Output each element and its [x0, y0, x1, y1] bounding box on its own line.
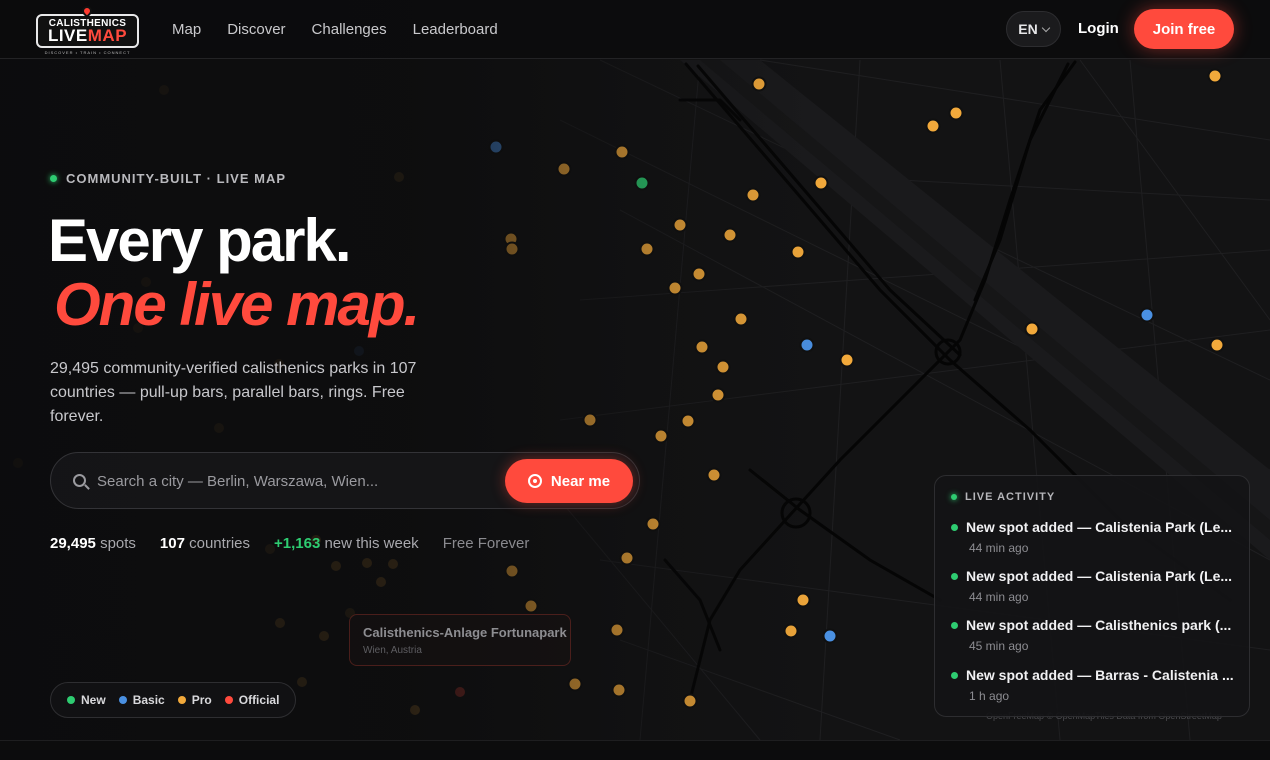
- stat-spots: 29,495 spots: [50, 535, 136, 552]
- legend-label-pro: Pro: [191, 693, 212, 707]
- stat-spots-value: 29,495: [50, 535, 96, 552]
- legend-label-official: Official: [238, 693, 280, 707]
- hero-description: 29,495 community-verified calisthenics p…: [50, 360, 417, 425]
- activity-text: New spot added — Calisthenics park (...: [966, 617, 1232, 633]
- near-me-label: Near me: [550, 472, 611, 490]
- legend-label-new: New: [81, 693, 106, 707]
- activity-dot: [951, 523, 958, 531]
- stat-countries: 107 countries: [160, 535, 250, 552]
- nav-link-discover[interactable]: Discover: [227, 21, 285, 38]
- legend-swatch-basic: [118, 696, 127, 704]
- legend-item-pro[interactable]: Pro: [177, 693, 212, 707]
- activity-text: New spot added — Calistenia Park (Le...: [966, 568, 1233, 584]
- stat-free: Free Forever: [442, 535, 530, 552]
- city-search-input[interactable]: [97, 466, 497, 496]
- brand-logo[interactable]: CALISTHENICS LIVEMAP DISCOVER • TRAIN • …: [36, 3, 139, 55]
- stat-countries-label: countries: [189, 535, 250, 552]
- logo-word-live: LIVE: [47, 26, 88, 45]
- logo-tagline: DISCOVER • TRAIN • CONNECT: [44, 50, 131, 55]
- hero-stats: 29,495 spots 107 countries +1,163 new th…: [50, 535, 529, 552]
- city-search-bar: Near me: [50, 452, 640, 509]
- live-indicator-dot: [951, 494, 957, 500]
- chevron-down-icon: [1041, 23, 1050, 32]
- login-link[interactable]: Login: [1078, 20, 1119, 37]
- stat-spots-label: spots: [100, 535, 136, 552]
- search-icon: [73, 474, 86, 487]
- legend-item-new[interactable]: New: [67, 693, 106, 707]
- tooltip-spot-name: Calisthenics-Anlage Fortunapark: [363, 625, 567, 640]
- map-legend: New Basic Pro Official: [50, 682, 297, 718]
- hero-eyebrow: COMMUNITY-BUILT · LIVE MAP: [50, 171, 286, 186]
- nav-link-map[interactable]: Map: [172, 21, 201, 38]
- live-activity-panel: LIVE ACTIVITY New spot added — Calisteni…: [934, 475, 1250, 717]
- crosshair-icon: [527, 474, 542, 488]
- activity-text: New spot added — Barras - Calistenia ...: [966, 667, 1234, 683]
- legend-swatch-pro: [177, 696, 186, 704]
- stat-countries-value: 107: [159, 535, 185, 552]
- activity-text: New spot added — Calistenia Park (Le...: [966, 519, 1233, 535]
- nav-link-leaderboard[interactable]: Leaderboard: [413, 21, 498, 38]
- legend-item-basic[interactable]: Basic: [118, 693, 165, 707]
- activity-item[interactable]: New spot added — Calistenia Park (Le... …: [951, 568, 1235, 604]
- top-navigation-bar: CALISTHENICS LIVEMAP DISCOVER • TRAIN • …: [0, 0, 1270, 59]
- language-code: EN: [1018, 21, 1038, 37]
- headline-line-2: One live map.: [54, 271, 420, 338]
- activity-dot: [951, 621, 958, 629]
- join-free-button[interactable]: Join free: [1134, 9, 1234, 49]
- legend-swatch-official: [224, 696, 233, 704]
- activity-time: 1 h ago: [969, 689, 1010, 703]
- legend-label-basic: Basic: [132, 693, 165, 707]
- headline-line-1: Every park.: [48, 207, 352, 274]
- activity-dot: [951, 671, 958, 679]
- logo-main-text: LIVEMAP: [38, 27, 137, 45]
- nav-link-challenges[interactable]: Challenges: [312, 21, 387, 38]
- tooltip-spot-location: Wien, Austria: [363, 645, 422, 656]
- page-bottom-edge: [0, 740, 1270, 760]
- live-activity-header: LIVE ACTIVITY: [951, 491, 1055, 503]
- logo-frame: CALISTHENICS LIVEMAP: [36, 14, 139, 48]
- eyebrow-text: COMMUNITY-BUILT · LIVE MAP: [66, 171, 287, 186]
- map-spot-tooltip[interactable]: Calisthenics-Anlage Fortunapark Wien, Au…: [349, 614, 571, 666]
- stat-new-value: +1,163: [274, 535, 321, 552]
- activity-dot: [951, 572, 958, 580]
- near-me-button[interactable]: Near me: [505, 459, 633, 503]
- activity-item[interactable]: New spot added — Calistenia Park (Le... …: [951, 519, 1235, 555]
- live-activity-title: LIVE ACTIVITY: [965, 491, 1056, 503]
- legend-item-official[interactable]: Official: [224, 693, 280, 707]
- activity-item[interactable]: New spot added — Barras - Calistenia ...…: [951, 667, 1235, 703]
- main-nav: Map Discover Challenges Leaderboard: [172, 0, 498, 59]
- legend-swatch-new: [67, 696, 75, 704]
- activity-time: 45 min ago: [969, 639, 1029, 653]
- activity-time: 44 min ago: [969, 541, 1029, 555]
- activity-item[interactable]: New spot added — Calisthenics park (... …: [951, 617, 1235, 653]
- logo-word-map: MAP: [87, 26, 128, 45]
- live-indicator-dot: [50, 175, 57, 182]
- stat-new: +1,163 new this week: [274, 535, 419, 552]
- stat-new-label: new this week: [324, 535, 419, 552]
- activity-time: 44 min ago: [969, 590, 1029, 604]
- language-selector[interactable]: EN: [1006, 11, 1061, 47]
